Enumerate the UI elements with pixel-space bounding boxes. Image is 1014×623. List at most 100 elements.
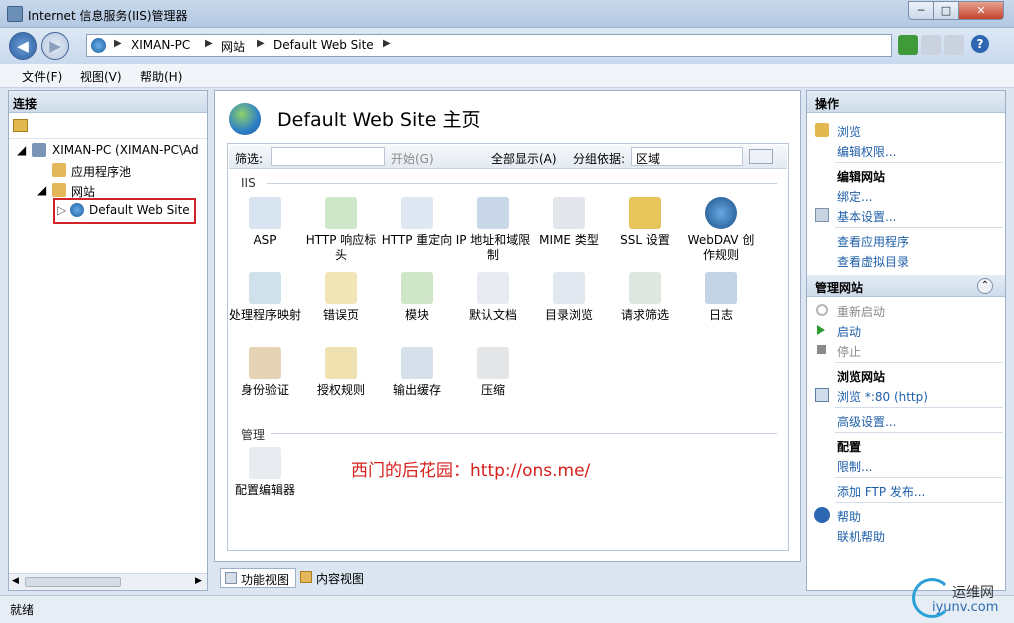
feature-authorization-rules[interactable]: 授权规则 — [303, 347, 379, 398]
group-by-select[interactable]: 区域 — [631, 147, 743, 166]
feature-ssl-settings[interactable]: SSL 设置 — [607, 197, 683, 248]
address-bar[interactable]: ▶ XIMAN-PC ▶ 网站 ▶ Default Web Site ▶ — [86, 34, 892, 57]
tab-content-view[interactable]: 内容视图 — [298, 568, 374, 588]
divider — [835, 502, 1003, 503]
feature-label: 默认文档 — [468, 308, 517, 322]
filter-bar: 筛选: 开始(G) 全部显示(A) 分组依据: 区域 — [229, 145, 787, 169]
breadcrumb-separator: ▶ — [114, 38, 122, 49]
menu-view[interactable]: 视图(V) — [80, 68, 122, 85]
action-view-applications[interactable]: 查看应用程序 — [837, 233, 909, 250]
sites-folder-icon — [52, 183, 66, 197]
tree-expander[interactable]: ▷ — [57, 203, 66, 217]
home-icon[interactable] — [944, 35, 964, 55]
breadcrumb-site[interactable]: Default Web Site — [273, 38, 374, 52]
filter-label: 筛选: — [235, 152, 264, 166]
action-browse[interactable]: 浏览 — [837, 123, 861, 140]
tab-label: 功能视图 — [241, 573, 290, 587]
divider — [835, 432, 1003, 433]
maximize-button[interactable]: □ — [933, 1, 959, 20]
show-all-button[interactable]: 全部显示(A) — [491, 150, 557, 167]
action-online-help[interactable]: 联机帮助 — [837, 528, 885, 545]
globe-icon — [91, 38, 106, 53]
action-help[interactable]: 帮助 — [837, 508, 861, 525]
view-mode-icon[interactable] — [749, 149, 773, 164]
window-title: Internet 信息服务(IIS)管理器 — [28, 9, 188, 23]
breadcrumb-separator: ▶ — [205, 38, 213, 49]
action-basic-settings[interactable]: 基本设置... — [837, 208, 896, 225]
scroll-left-icon[interactable]: ◀ — [12, 576, 19, 586]
feature-mime-types[interactable]: MIME 类型 — [531, 197, 607, 248]
action-browse-port-80[interactable]: 浏览 *:80 (http) — [837, 388, 928, 405]
feature-label: 身份验证 — [240, 383, 289, 397]
tree-item-app-pools[interactable]: 应用程序池 — [71, 163, 131, 180]
features-pane: Default Web Site 主页 筛选: 开始(G) 全部显示(A) 分组… — [214, 90, 801, 562]
feature-asp[interactable]: ASP — [227, 197, 303, 248]
close-button[interactable]: ✕ — [958, 1, 1004, 20]
action-edit-permissions[interactable]: 编辑权限... — [837, 143, 896, 160]
feature-label: 输出缓存 — [392, 383, 441, 397]
watermark-text: 西门的后花园：http://ons.me/ — [351, 461, 591, 481]
feature-label: SSL 设置 — [620, 233, 670, 247]
tree-item-default-web-site[interactable]: Default Web Site — [89, 203, 190, 217]
collapse-icon[interactable]: ⌃ — [977, 278, 993, 294]
filter-input[interactable] — [271, 147, 385, 166]
forward-button[interactable]: ▶ — [41, 32, 69, 60]
divider — [835, 477, 1003, 478]
breadcrumb-sites[interactable]: 网站 — [221, 38, 245, 55]
feature-http-response-headers[interactable]: HTTP 响应标头 — [303, 197, 379, 263]
feature-handler-mappings[interactable]: 处理程序映射 — [227, 272, 303, 323]
feature-label: MIME 类型 — [539, 233, 599, 247]
action-bindings[interactable]: 绑定... — [837, 188, 872, 205]
action-restart[interactable]: 重新启动 — [837, 303, 885, 320]
horizontal-scrollbar[interactable]: ◀ ▶ — [9, 573, 207, 590]
feature-ip-restrictions[interactable]: IP 地址和域限制 — [455, 197, 531, 263]
feature-configuration-editor[interactable]: 配置编辑器 — [227, 447, 303, 498]
refresh-icon[interactable] — [898, 35, 918, 55]
feature-label: 压缩 — [480, 383, 505, 397]
menu-help[interactable]: 帮助(H) — [140, 68, 182, 85]
back-button[interactable]: ◀ — [9, 32, 37, 60]
action-advanced-settings[interactable]: 高级设置... — [837, 413, 896, 430]
start-button[interactable]: 开始(G) — [391, 150, 434, 167]
feature-authentication[interactable]: 身份验证 — [227, 347, 303, 398]
feature-label: ASP — [253, 233, 277, 247]
feature-output-caching[interactable]: 输出缓存 — [379, 347, 455, 398]
view-tabs: 功能视图 内容视图 — [214, 566, 801, 588]
action-start[interactable]: 启动 — [837, 323, 861, 340]
actions-pane: 操作 浏览 编辑权限... 编辑网站 绑定... 基本设置... 查看应用程序 … — [806, 90, 1006, 591]
feature-label: 授权规则 — [316, 383, 365, 397]
feature-error-pages[interactable]: 错误页 — [303, 272, 379, 323]
feature-modules[interactable]: 模块 — [379, 272, 455, 323]
help-icon[interactable]: ? — [971, 35, 989, 53]
feature-label: 配置编辑器 — [234, 483, 295, 497]
directory-browsing-icon — [553, 272, 585, 304]
tree-expander[interactable]: ◢ — [37, 183, 46, 197]
feature-directory-browsing[interactable]: 目录浏览 — [531, 272, 607, 323]
app-pool-icon — [52, 163, 66, 177]
feature-http-redirect[interactable]: HTTP 重定向 — [379, 197, 455, 248]
action-view-virtual-directories[interactable]: 查看虚拟目录 — [837, 253, 909, 270]
menu-file[interactable]: 文件(F) — [22, 68, 62, 85]
tree-expander[interactable]: ◢ — [17, 143, 26, 157]
open-folder-icon[interactable] — [13, 119, 28, 132]
breadcrumb-server[interactable]: XIMAN-PC — [131, 38, 190, 52]
feature-label: 目录浏览 — [544, 308, 593, 322]
action-add-ftp-publishing[interactable]: 添加 FTP 发布... — [837, 483, 925, 500]
scrollbar-thumb[interactable] — [25, 577, 121, 587]
action-limits[interactable]: 限制... — [837, 458, 872, 475]
feature-request-filtering[interactable]: 请求筛选 — [607, 272, 683, 323]
tab-features-view[interactable]: 功能视图 — [220, 568, 296, 588]
feature-compression[interactable]: 压缩 — [455, 347, 531, 398]
feature-default-document[interactable]: 默认文档 — [455, 272, 531, 323]
stop-icon[interactable] — [921, 35, 941, 55]
site-globe-large-icon — [229, 103, 261, 135]
scroll-right-icon[interactable]: ▶ — [195, 576, 202, 586]
feature-label: 日志 — [708, 308, 733, 322]
feature-label: 请求筛选 — [620, 308, 669, 322]
authorization-icon — [325, 347, 357, 379]
feature-logging[interactable]: 日志 — [683, 272, 759, 323]
feature-webdav[interactable]: WebDAV 创作规则 — [683, 197, 759, 263]
minimize-button[interactable]: ─ — [908, 1, 934, 20]
tree-item-server[interactable]: XIMAN-PC (XIMAN-PC\Ad — [52, 143, 199, 157]
action-stop[interactable]: 停止 — [837, 343, 861, 360]
